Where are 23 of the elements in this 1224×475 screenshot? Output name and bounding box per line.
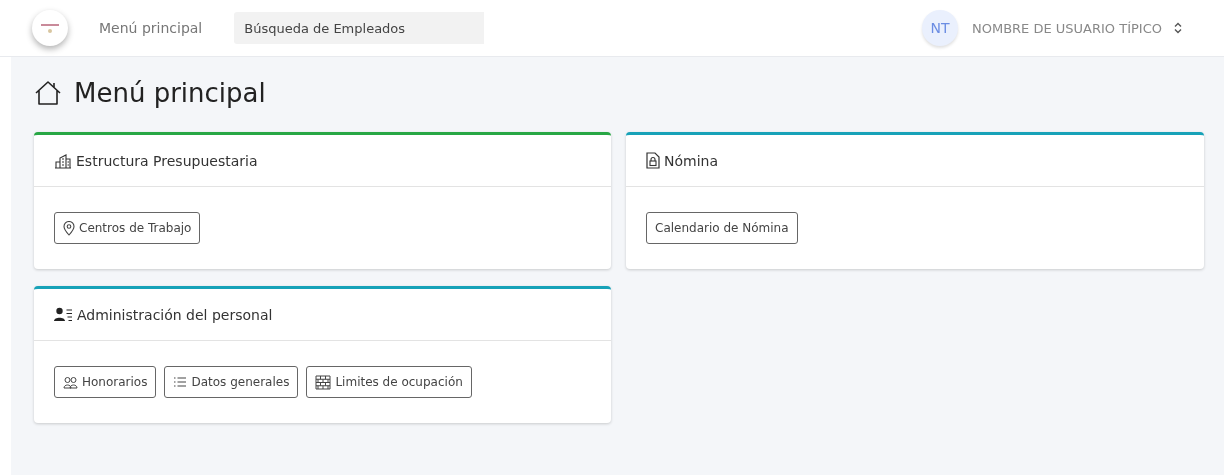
brick-wall-icon <box>315 374 332 390</box>
nav-link[interactable]: Menú principal <box>99 20 203 36</box>
page-title: Menú principal <box>74 78 266 108</box>
document-icon <box>646 152 660 169</box>
menu-button[interactable]: Honorarios <box>54 366 157 398</box>
logo-icon[interactable] <box>32 10 68 46</box>
building-icon <box>54 152 72 169</box>
menu-button[interactable]: Calendario de Nómina <box>646 212 798 244</box>
person-list-icon <box>54 307 73 322</box>
card-title: Administración del personal <box>77 306 273 323</box>
card-title: Nómina <box>664 152 719 169</box>
home-icon <box>34 80 62 106</box>
search-field[interactable]: Búsqueda de Empleados <box>234 12 485 44</box>
user-avatar: NT <box>922 10 958 46</box>
menu-button[interactable]: Limites de ocupación <box>306 366 472 398</box>
caret-icon <box>1174 22 1182 34</box>
menu-button[interactable]: Centros de Trabajo <box>54 212 201 244</box>
user-menu[interactable]: NOMBRE DE USUARIO TÍPICO <box>972 20 1182 36</box>
people-icon <box>63 375 78 389</box>
card-title: Estructura Presupuestaria <box>76 152 258 169</box>
menu-button[interactable]: Datos generales <box>164 366 299 398</box>
list-icon <box>173 376 188 388</box>
location-pin-icon <box>63 220 75 236</box>
